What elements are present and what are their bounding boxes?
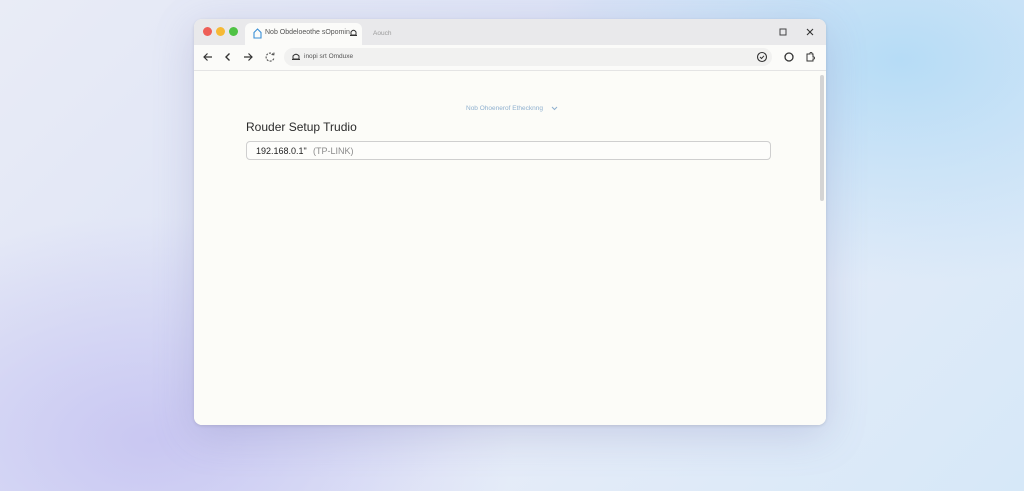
bell-icon [292,53,300,60]
close-window-x-button[interactable] [804,26,816,38]
chevron-down-icon [551,106,558,110]
page-content: Nob Ohoenerof Ethecknng Rouder Setup Tru… [194,71,826,425]
refresh-icon[interactable] [263,50,277,64]
restore-window-button[interactable] [777,26,789,38]
url-text: inopi srt Omduxe [304,53,354,60]
close-window-button[interactable] [203,27,212,36]
shield-icon[interactable] [755,50,769,64]
page-title: Rouder Setup Trudio [246,120,357,134]
home-icon [253,28,262,39]
back-icon[interactable] [201,50,215,64]
tab-2-title[interactable]: Aouch [373,30,391,37]
browser-window: Nob Obdeloeothe sOpomin Aouch inopi srt … [194,19,826,425]
router-address-value: 192.168.0.1" [256,146,307,156]
puzzle-icon[interactable] [803,50,817,64]
minimize-window-button[interactable] [216,27,225,36]
address-bar[interactable]: inopi srt Omduxe [284,48,772,66]
router-address-input[interactable]: 192.168.0.1" (TP-LINK) [246,141,771,160]
circle-icon[interactable] [782,50,796,64]
tab-active[interactable]: Nob Obdeloeothe sOpomin [245,23,362,45]
bell-icon[interactable] [349,28,358,38]
maximize-window-button[interactable] [229,27,238,36]
language-selector-label: Nob Ohoenerof Ethecknng [466,105,543,112]
router-model-hint: (TP-LINK) [313,146,354,156]
close-icon [806,28,814,36]
language-selector[interactable]: Nob Ohoenerof Ethecknng [466,105,558,112]
forward-icon[interactable] [241,50,255,64]
square-icon [779,28,787,36]
browser-toolbar: inopi srt Omduxe [194,45,826,71]
vertical-scrollbar[interactable] [820,75,824,201]
tab-title: Nob Obdeloeothe sOpomin [265,29,350,36]
chevron-left-icon[interactable] [221,50,235,64]
title-bar: Nob Obdeloeothe sOpomin Aouch [194,19,826,45]
